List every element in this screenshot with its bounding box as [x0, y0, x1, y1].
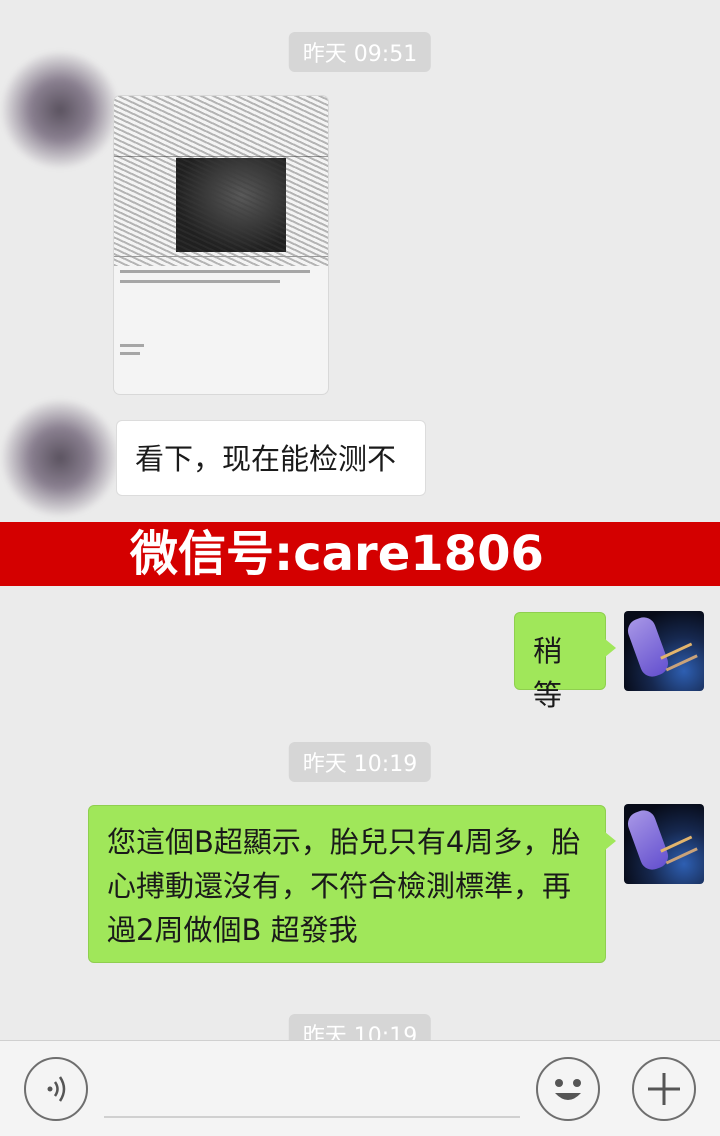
chromosome-graphic: [624, 614, 672, 680]
emoji-icon: [555, 1079, 581, 1100]
chat-input-bar: [0, 1040, 720, 1136]
chromosome-graphic: [624, 807, 672, 873]
outgoing-message-bubble[interactable]: 稍等: [514, 612, 616, 712]
incoming-message-bubble[interactable]: 看下，现在能检测不: [116, 420, 426, 496]
user-avatar[interactable]: [624, 611, 704, 691]
timestamp: 昨天 09:51: [288, 32, 432, 72]
wechat-id-banner: 微信号:care1806: [0, 522, 720, 586]
voice-icon: [47, 1076, 66, 1102]
timestamp: 昨天 10:19: [288, 742, 432, 782]
censor-scribble: [114, 96, 328, 266]
image-message-ultrasound-report[interactable]: [114, 96, 328, 394]
dna-helix-graphic: [660, 642, 698, 672]
outgoing-message-bubble[interactable]: 您這個B超顯示，胎兒只有4周多，胎心搏動還沒有，不符合檢測標準，再過2周做個B …: [88, 805, 616, 963]
plus-button[interactable]: [632, 1057, 696, 1121]
user-avatar[interactable]: [624, 804, 704, 884]
voice-button[interactable]: [24, 1057, 88, 1121]
message-input[interactable]: [104, 1116, 520, 1118]
dna-helix-graphic: [660, 835, 698, 865]
plus-icon: [648, 1073, 680, 1105]
contact-avatar-blurred[interactable]: [0, 50, 120, 170]
emoji-button[interactable]: [536, 1057, 600, 1121]
contact-avatar-blurred[interactable]: [0, 398, 120, 518]
